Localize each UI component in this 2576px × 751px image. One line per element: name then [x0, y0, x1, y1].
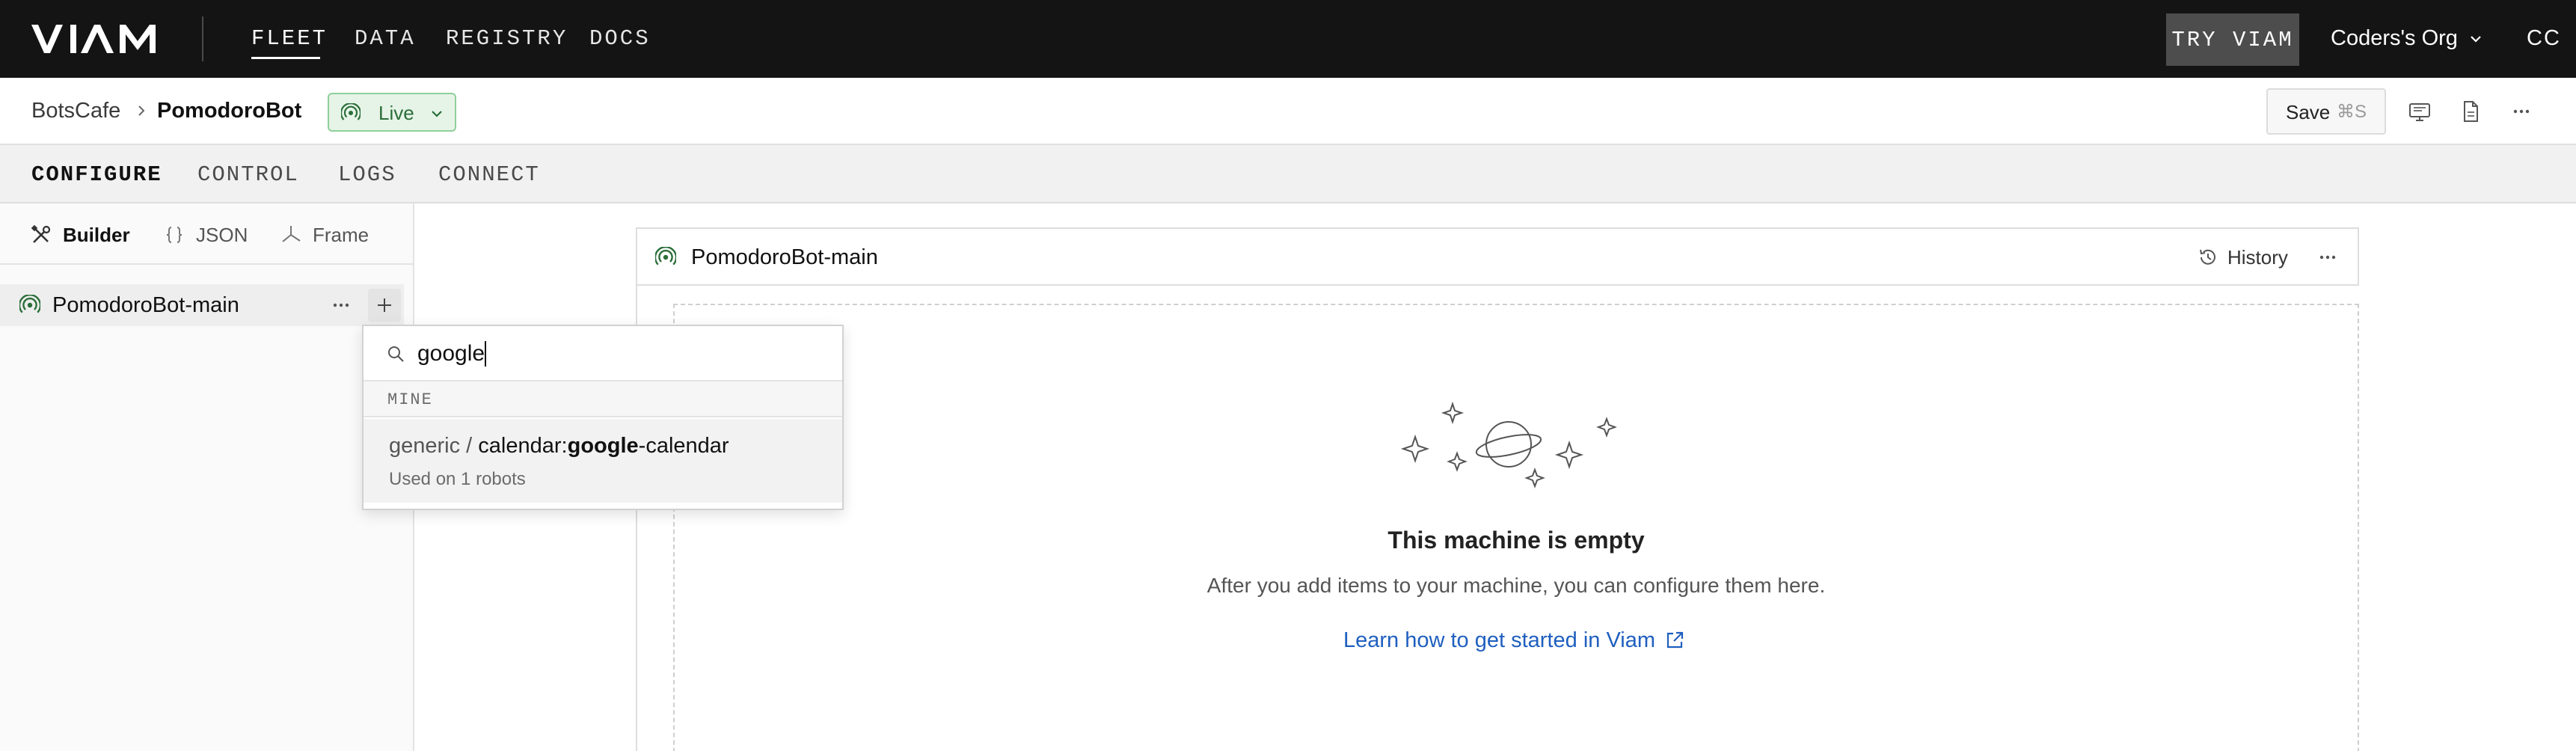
save-button-label: Save [2286, 101, 2331, 123]
add-component-button[interactable] [368, 289, 401, 322]
machine-header: BotsCafe PomodoroBot Live Save ⌘S [0, 78, 2576, 145]
text-cursor [485, 341, 486, 367]
part-panel-header: PomodoroBot-main History [636, 227, 2359, 286]
chevron-down-icon[interactable] [2468, 31, 2483, 46]
mode-builder-label: Builder [63, 224, 130, 246]
history-label: History [2227, 246, 2288, 269]
getting-started-link-label: Learn how to get started in Viam [1343, 628, 1655, 652]
nav-data[interactable]: DATA [355, 25, 416, 52]
nav-divider [202, 16, 203, 61]
tab-control[interactable]: CONTROL [197, 162, 299, 188]
frame-axes-icon [282, 226, 301, 242]
result-prefix: generic / [389, 434, 479, 458]
org-selector[interactable]: Coders's Org [2331, 25, 2458, 52]
plus-icon [378, 298, 391, 312]
live-status-label: Live [378, 102, 414, 124]
more-options-icon[interactable] [2316, 245, 2340, 269]
broadcast-icon [655, 247, 676, 266]
broadcast-icon [341, 103, 361, 120]
nav-registry[interactable]: REGISTRY [446, 25, 568, 52]
breadcrumb-location[interactable]: BotsCafe [31, 97, 120, 124]
nav-fleet[interactable]: FLEET [251, 25, 328, 52]
result-title: generic / calendar:google-calendar [389, 432, 729, 459]
result-match: google [567, 434, 639, 458]
tools-icon [31, 224, 51, 243]
search-icon [388, 346, 404, 362]
empty-state-title: This machine is empty [1387, 527, 1645, 554]
save-shortcut: ⌘S [2337, 102, 2367, 122]
config-mode-tabs: Builder JSON Frame [0, 203, 413, 265]
part-tree-item[interactable]: PomodoroBot-main [0, 284, 404, 326]
config-sidebar: Builder JSON Frame PomodoroBot-main [0, 203, 414, 751]
external-link-icon [1666, 631, 1684, 649]
chevron-right-icon [138, 105, 145, 116]
getting-started-link[interactable]: Learn how to get started in Viam [1343, 627, 1685, 654]
live-status-dropdown[interactable]: Live [328, 93, 456, 132]
chevron-down-icon [432, 111, 442, 117]
more-options-icon[interactable] [329, 293, 353, 317]
broadcast-icon [19, 295, 40, 313]
result-suffix: -calendar [638, 434, 729, 458]
viam-logo[interactable] [31, 25, 156, 53]
part-name: PomodoroBot-main [52, 293, 239, 317]
try-viam-button[interactable]: TRY VIAM [2166, 13, 2299, 66]
history-icon [2200, 249, 2215, 265]
save-button[interactable]: Save ⌘S [2266, 88, 2386, 135]
mode-frame[interactable]: Frame [280, 220, 369, 250]
viewer-monitor-icon[interactable] [2407, 99, 2432, 124]
user-avatar[interactable]: CC [2527, 25, 2561, 52]
mode-json[interactable]: JSON [163, 220, 248, 250]
tab-configure[interactable]: CONFIGURE [31, 162, 162, 188]
top-navigation-bar: FLEET DATA REGISTRY DOCS TRY VIAM Coders… [0, 0, 2576, 78]
braces-icon [166, 227, 183, 243]
empty-state-subtitle: After you add items to your machine, you… [1206, 574, 1826, 597]
tab-logs[interactable]: LOGS [338, 162, 396, 188]
machine-tabs: CONFIGURE CONTROL LOGS CONNECT [0, 145, 2576, 203]
mode-builder[interactable]: Builder [30, 220, 130, 250]
panel-title: PomodoroBot-main [691, 245, 878, 269]
mode-frame-label: Frame [313, 224, 369, 246]
mode-json-label: JSON [196, 224, 248, 246]
tab-connect[interactable]: CONNECT [438, 162, 540, 188]
add-resource-dropdown: MINE generic / calendar:google-calendar … [362, 325, 844, 510]
results-section-header: MINE [364, 381, 842, 417]
more-options-icon[interactable] [2509, 99, 2534, 124]
nav-docs[interactable]: DOCS [589, 25, 651, 52]
section-label: MINE [387, 390, 433, 409]
breadcrumb-machine: PomodoroBot [157, 99, 302, 123]
resource-search-input[interactable] [417, 338, 821, 370]
result-namespace: calendar: [478, 434, 568, 458]
search-result-item[interactable]: generic / calendar:google-calendar Used … [364, 419, 842, 503]
history-button[interactable]: History [2198, 242, 2288, 272]
result-usage: Used on 1 robots [389, 469, 526, 489]
planet-sparkles-icon [1400, 401, 1617, 488]
nav-active-underline [251, 57, 320, 59]
resource-search-bar [364, 326, 842, 381]
document-icon[interactable] [2458, 99, 2483, 124]
